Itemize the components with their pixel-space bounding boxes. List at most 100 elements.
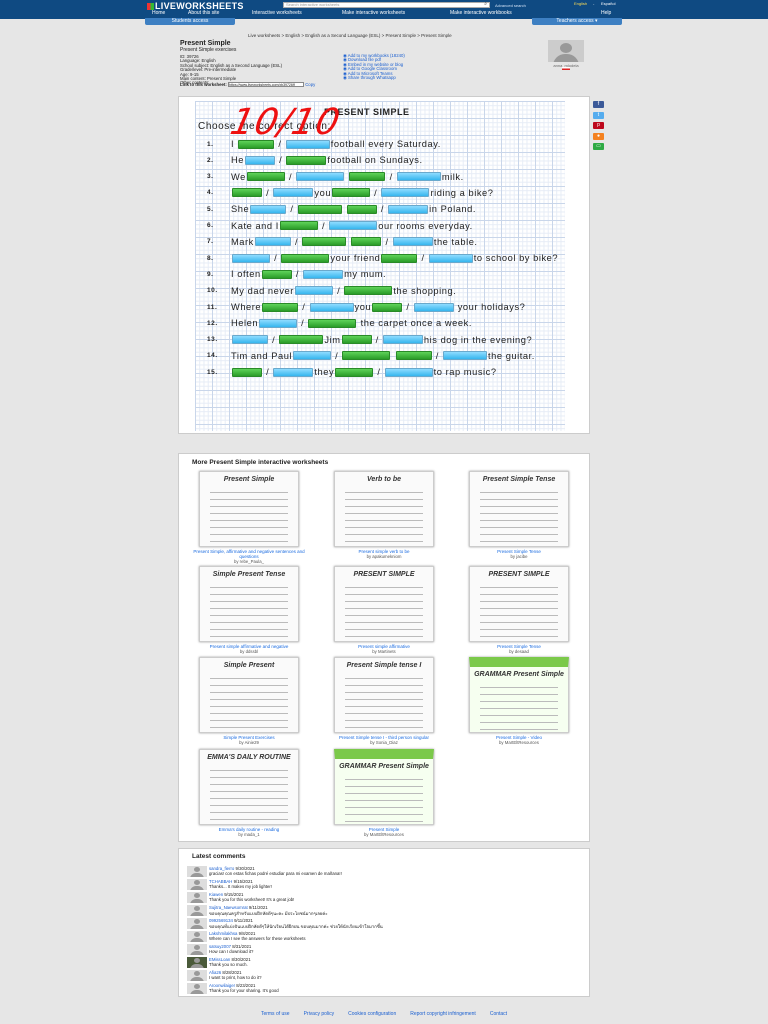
answer-option[interactable]: [232, 253, 270, 263]
worksheet-card[interactable]: Simple Present Simple Present Exercises by…: [189, 657, 309, 745]
answer-option[interactable]: [392, 237, 433, 247]
answer-option[interactable]: [285, 139, 330, 149]
answer-option[interactable]: [273, 188, 314, 198]
answer-option[interactable]: [382, 335, 423, 345]
worksheet-thumbnail[interactable]: GRAMMAR Present Simple: [469, 657, 569, 733]
nav-about[interactable]: About this site: [188, 10, 219, 16]
worksheet-card[interactable]: Present Simple tense I Present Simple ten…: [324, 657, 444, 745]
answer-option[interactable]: [294, 286, 333, 296]
answer-option[interactable]: [309, 302, 354, 312]
answer-option-selected[interactable]: [281, 253, 330, 263]
answer-option[interactable]: [388, 204, 429, 214]
answer-option[interactable]: [413, 302, 454, 312]
user-avatar[interactable]: [187, 879, 207, 890]
answer-option-selected[interactable]: [344, 286, 393, 296]
user-avatar[interactable]: [187, 983, 207, 994]
answer-option-selected[interactable]: [279, 335, 324, 345]
worksheet-card[interactable]: PRESENT SIMPLE Present Simple Tense by des…: [459, 566, 579, 654]
footer-link[interactable]: Cookies configuration: [348, 1011, 396, 1017]
worksheet-thumbnail[interactable]: EMMA'S DAILY ROUTINE: [199, 749, 299, 825]
worksheet-link-input[interactable]: https://www.liveworksheets.com/xb39726ff: [228, 82, 304, 88]
worksheet-title-link[interactable]: Present Simple, affirmative and negative…: [189, 549, 309, 559]
teachers-access-tab[interactable]: Teachers access ▾: [532, 18, 622, 25]
user-avatar[interactable]: [187, 931, 207, 942]
user-avatar[interactable]: [187, 944, 207, 955]
answer-option-selected[interactable]: [346, 204, 377, 214]
answer-option[interactable]: [296, 172, 345, 182]
answer-option[interactable]: [442, 351, 487, 361]
answer-option[interactable]: [428, 253, 473, 263]
user-avatar[interactable]: [187, 918, 207, 929]
action-link[interactable]: ◉ Share through Whatsapp: [343, 75, 405, 80]
nav-make-worksheets[interactable]: Make interactive worksheets: [342, 10, 405, 16]
footer-link[interactable]: Terms of use: [261, 1011, 290, 1017]
worksheet-thumbnail[interactable]: PRESENT SIMPLE: [334, 566, 434, 642]
answer-option-selected[interactable]: [395, 351, 432, 361]
nav-interactive-worksheets[interactable]: Interactive worksheets: [252, 10, 302, 16]
user-avatar[interactable]: [187, 905, 207, 916]
worksheet-thumbnail[interactable]: Verb to be: [334, 471, 434, 547]
worksheet-card[interactable]: Present Simple Present Simple, affirmativ…: [189, 471, 309, 564]
answer-option-selected[interactable]: [261, 269, 292, 279]
worksheet-card[interactable]: EMMA'S DAILY ROUTINE Emma's daily routine…: [189, 749, 309, 837]
answer-option-selected[interactable]: [232, 188, 262, 198]
twitter-icon[interactable]: t: [593, 111, 604, 119]
worksheet-card[interactable]: PRESENT SIMPLE Present simple affirmative…: [324, 566, 444, 654]
user-avatar[interactable]: [187, 892, 207, 903]
answer-option[interactable]: [303, 269, 344, 279]
answer-option-selected[interactable]: [341, 335, 372, 345]
answer-option[interactable]: [273, 367, 314, 377]
answer-option-selected[interactable]: [279, 221, 318, 230]
search-input[interactable]: Search interactive worksheets ⌕: [283, 2, 490, 8]
lang-english[interactable]: English: [574, 1, 587, 6]
advanced-search-link[interactable]: Advanced search: [495, 3, 526, 8]
answer-option[interactable]: [254, 237, 291, 247]
answer-option-selected[interactable]: [381, 253, 418, 263]
worksheet-card[interactable]: Verb to be Present simple verb to be by ap…: [324, 471, 444, 559]
breadcrumb[interactable]: Live worksheets > English > English as a…: [248, 33, 452, 38]
worksheet-card[interactable]: GRAMMAR Present Simple Present Simple - V…: [459, 657, 579, 745]
worksheet-thumbnail[interactable]: Present Simple: [199, 471, 299, 547]
answer-option-selected[interactable]: [262, 302, 299, 312]
answer-option-selected[interactable]: [335, 367, 374, 377]
footer-link[interactable]: Contact: [490, 1011, 507, 1017]
students-access-tab[interactable]: Students access: [145, 18, 235, 25]
author-avatar[interactable]: [548, 40, 584, 62]
answer-option-selected[interactable]: [351, 237, 382, 247]
answer-option-selected[interactable]: [372, 302, 403, 312]
answer-option-selected[interactable]: [349, 172, 386, 182]
answer-option[interactable]: [293, 351, 332, 361]
answer-option-selected[interactable]: [302, 237, 347, 247]
worksheet-card[interactable]: Simple Present Tense Present simple affir…: [189, 566, 309, 654]
worksheet-card[interactable]: GRAMMAR Present Simple Present Simple by M…: [324, 749, 444, 837]
worksheet-thumbnail[interactable]: Simple Present Tense: [199, 566, 299, 642]
nav-help[interactable]: Help: [601, 10, 611, 16]
user-avatar[interactable]: [187, 970, 207, 981]
worksheet-thumbnail[interactable]: Present Simple tense I: [334, 657, 434, 733]
answer-option-selected[interactable]: [297, 204, 342, 214]
answer-option-selected[interactable]: [342, 351, 391, 361]
answer-option[interactable]: [381, 188, 430, 198]
user-avatar[interactable]: [187, 957, 207, 968]
facebook-icon[interactable]: f: [593, 101, 604, 108]
answer-option[interactable]: [232, 335, 268, 345]
answer-option-selected[interactable]: [238, 139, 275, 149]
answer-option[interactable]: [259, 318, 298, 328]
worksheet-thumbnail[interactable]: Present Simple Tense: [469, 471, 569, 547]
answer-option-selected[interactable]: [286, 155, 327, 165]
answer-option[interactable]: [244, 155, 275, 165]
answer-option[interactable]: [384, 367, 433, 377]
answer-option[interactable]: [329, 221, 378, 230]
nav-make-workbooks[interactable]: Make interactive workbooks: [450, 10, 512, 16]
google-classroom-icon[interactable]: ▭: [593, 143, 604, 150]
pinterest-icon[interactable]: p: [593, 122, 604, 129]
worksheet-thumbnail[interactable]: GRAMMAR Present Simple: [334, 749, 434, 825]
answer-option[interactable]: [250, 204, 287, 214]
nav-home[interactable]: Home: [152, 10, 165, 16]
copy-link-button[interactable]: Copy: [305, 82, 315, 87]
worksheet-thumbnail[interactable]: Simple Present: [199, 657, 299, 733]
lang-espanol[interactable]: Español: [601, 1, 615, 6]
answer-option-selected[interactable]: [232, 367, 262, 377]
answer-option-selected[interactable]: [308, 318, 357, 328]
answer-option-selected[interactable]: [246, 172, 285, 182]
